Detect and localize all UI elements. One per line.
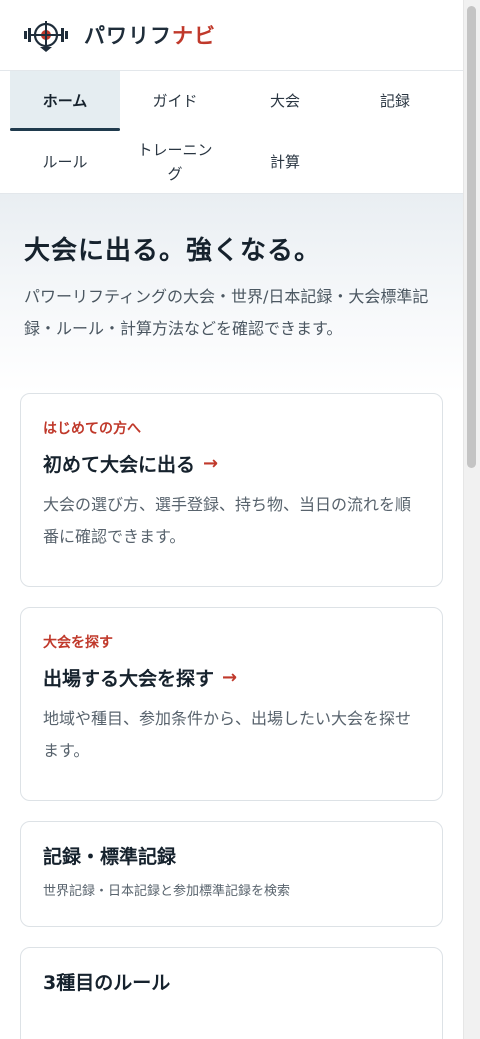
site-header: パワリフナビ (0, 0, 463, 71)
nav-row-2: ルール トレーニング 計算 (0, 131, 463, 193)
scrollbar-thumb[interactable] (467, 6, 476, 468)
logo-text-accent: ナビ (172, 24, 216, 48)
hero-section: 大会に出る。強くなる。 パワーリフティングの大会・世界/日本記録・大会標準記録・… (0, 194, 463, 393)
tab-guide[interactable]: ガイド (120, 71, 230, 131)
page: パワリフナビ ホーム ガイド 大会 記録 ルール トレーニング 計算 大会に出る… (0, 0, 480, 1039)
card-title: 出場する大会を探す → (43, 664, 420, 691)
card-title: 3種目のルール (43, 972, 171, 994)
hero-title: 大会に出る。強くなる。 (24, 236, 322, 266)
tab-rules[interactable]: ルール (10, 131, 120, 193)
card-records[interactable]: 記録・標準記録 世界記録・日本記録と参加標準記録を検索 (20, 821, 443, 927)
card-title: 初めて大会に出る → (43, 450, 420, 477)
tab-home[interactable]: ホーム (10, 71, 120, 131)
vertical-scrollbar[interactable] (463, 0, 480, 1039)
barbell-target-icon[interactable] (22, 18, 70, 52)
card-title-text: 初めて大会に出る (43, 454, 196, 476)
card-rules[interactable]: 3種目のルール (20, 947, 443, 1039)
tab-training[interactable]: トレーニング (120, 131, 230, 193)
card-description: 世界記録・日本記録と参加標準記録を検索 (43, 884, 291, 899)
card-eyebrow: 大会を探す (43, 635, 113, 651)
tab-training-label: トレーニング (137, 141, 213, 183)
logo-text-main: パワリフ (84, 24, 172, 48)
tab-records[interactable]: 記録 (340, 71, 450, 131)
tab-calculator[interactable]: 計算 (230, 131, 340, 193)
card-description: 地域や種目、参加条件から、出場したい大会を探せます。 (43, 709, 412, 760)
arrow-right-icon: → (222, 667, 238, 688)
card-description: 大会の選び方、選手登録、持ち物、当日の流れを順番に確認できます。 (43, 495, 412, 546)
arrow-right-icon: → (203, 453, 219, 474)
card-eyebrow: はじめての方へ (43, 421, 141, 437)
card-find-competition[interactable]: 大会を探す 出場する大会を探す → 地域や種目、参加条件から、出場したい大会を探… (20, 607, 443, 801)
nav-row-1: ホーム ガイド 大会 記録 (0, 71, 463, 131)
card-title-text: 出場する大会を探す (43, 668, 215, 690)
main-content: パワリフナビ ホーム ガイド 大会 記録 ルール トレーニング 計算 大会に出る… (0, 0, 463, 1039)
tab-competitions[interactable]: 大会 (230, 71, 340, 131)
site-logo-text[interactable]: パワリフナビ (84, 20, 216, 50)
card-title: 記録・標準記録 (43, 846, 177, 868)
hero-description: パワーリフティングの大会・世界/日本記録・大会標準記録・ルール・計算方法などを確… (24, 287, 429, 338)
card-list: はじめての方へ 初めて大会に出る → 大会の選び方、選手登録、持ち物、当日の流れ… (0, 393, 463, 1039)
card-first-competition[interactable]: はじめての方へ 初めて大会に出る → 大会の選び方、選手登録、持ち物、当日の流れ… (20, 393, 443, 587)
main-nav: ホーム ガイド 大会 記録 ルール トレーニング 計算 (0, 71, 463, 194)
